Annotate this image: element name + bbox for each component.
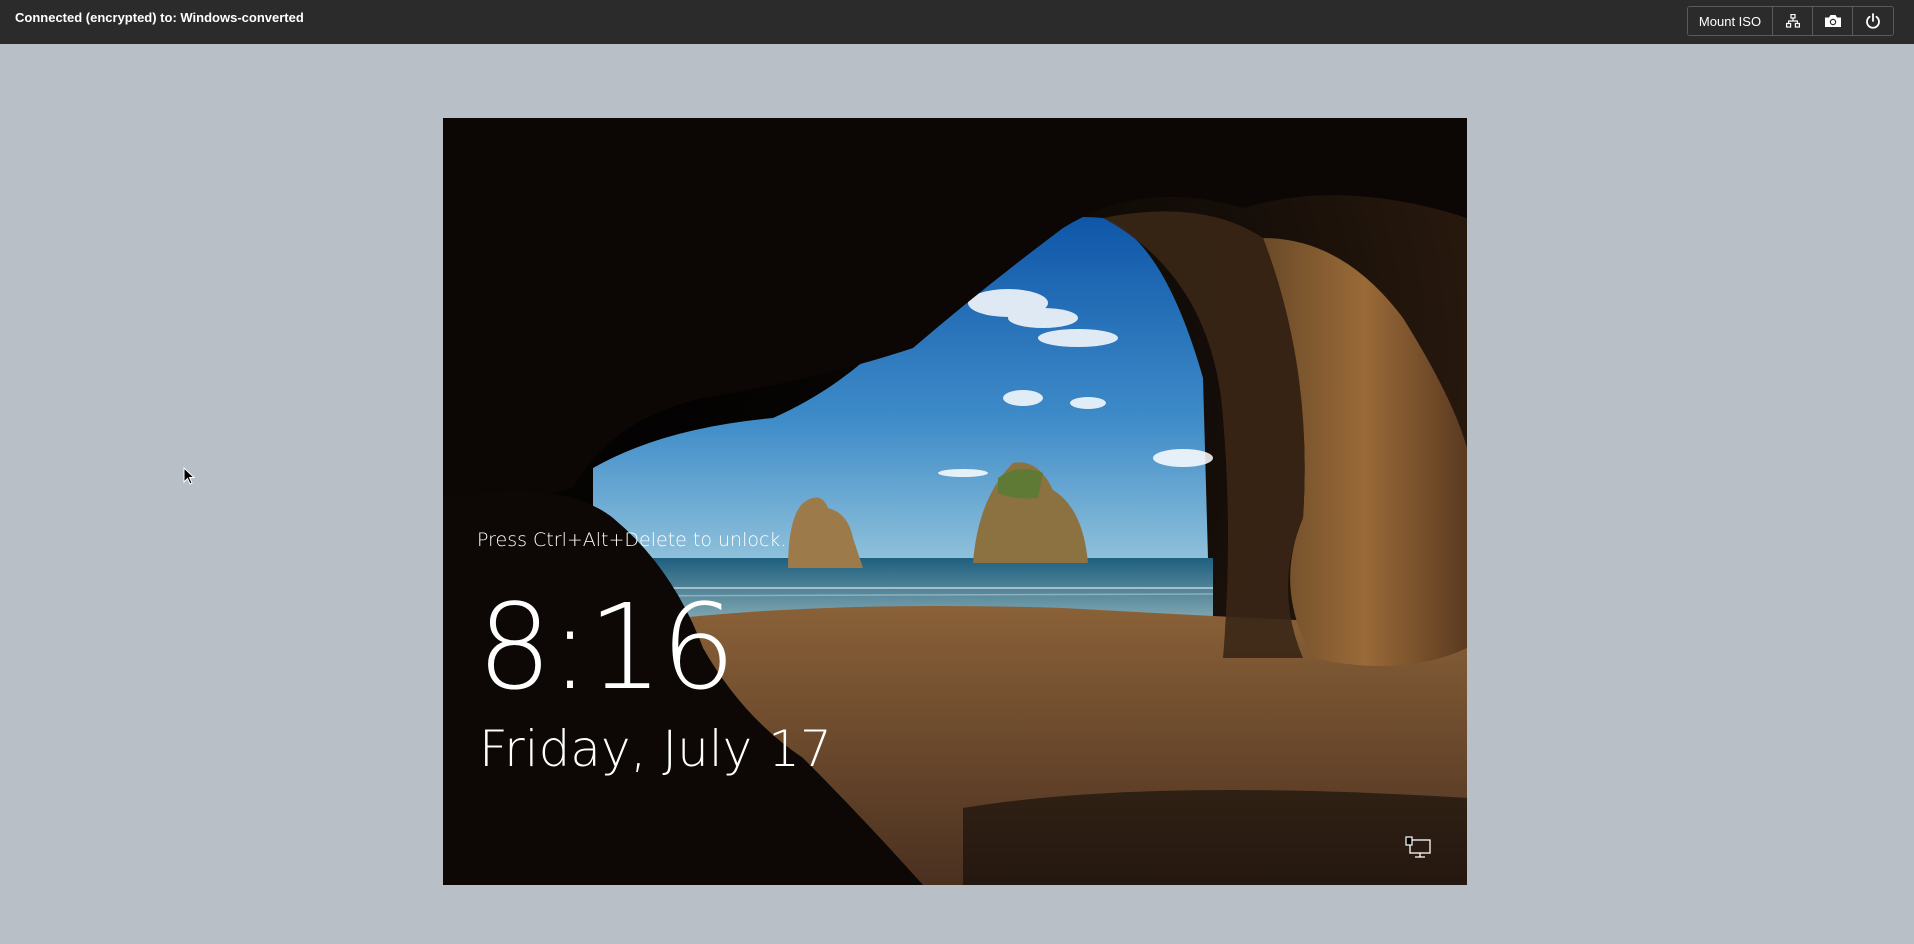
network-icon xyxy=(1785,14,1800,28)
unlock-instruction: Press Ctrl+Alt+Delete to unlock. xyxy=(477,529,787,551)
network-button[interactable] xyxy=(1773,7,1813,35)
mouse-cursor-icon xyxy=(183,467,195,485)
power-icon xyxy=(1866,13,1880,29)
lockscreen-time: 8:16 xyxy=(477,578,736,716)
power-button[interactable] xyxy=(1853,7,1893,35)
toolbar-button-group: Mount ISO xyxy=(1687,6,1894,36)
screenshot-button[interactable] xyxy=(1813,7,1853,35)
console-toolbar: Connected (encrypted) to: Windows-conver… xyxy=(0,0,1914,44)
mount-iso-button[interactable]: Mount ISO xyxy=(1688,7,1773,35)
network-status-icon[interactable] xyxy=(1405,836,1431,860)
vm-display[interactable]: Press Ctrl+Alt+Delete to unlock. 8:16 Fr… xyxy=(443,118,1467,885)
connection-title: Connected (encrypted) to: Windows-conver… xyxy=(15,10,304,25)
lockscreen-date: Friday, July 17 xyxy=(479,720,832,778)
camera-icon xyxy=(1824,15,1841,27)
